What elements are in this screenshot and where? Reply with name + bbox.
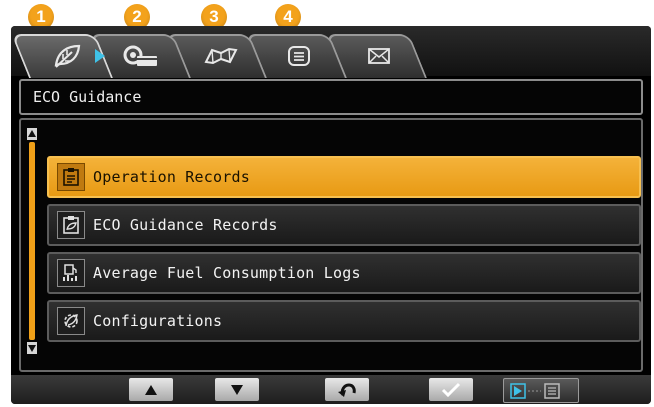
fuel-chart-icon xyxy=(57,259,85,287)
back-button[interactable] xyxy=(325,378,369,401)
scroll-thumb[interactable] xyxy=(29,142,35,340)
clipboard-record-icon xyxy=(57,163,85,191)
scrollbar[interactable] xyxy=(27,128,37,354)
leaf-icon xyxy=(37,40,97,72)
clipboard-eco-icon xyxy=(57,211,85,239)
down-triangle-icon xyxy=(231,384,243,395)
map-icon xyxy=(191,40,251,72)
next-page-icon xyxy=(510,382,560,399)
menu-item-average-fuel-consumption-logs[interactable]: Average Fuel Consumption Logs xyxy=(47,252,641,294)
up-button[interactable] xyxy=(129,378,173,401)
bottom-button-bar xyxy=(11,375,651,404)
menu-item-label: Configurations xyxy=(93,312,223,330)
scroll-down-icon[interactable] xyxy=(27,342,37,354)
key-card-icon xyxy=(111,40,171,72)
page-title-bar: ECO Guidance xyxy=(19,79,643,115)
next-page-button[interactable] xyxy=(503,378,579,403)
menu-item-configurations[interactable]: Configurations xyxy=(47,300,641,342)
envelope-icon xyxy=(349,40,409,72)
return-arrow-icon xyxy=(338,382,356,397)
menu-item-operation-records[interactable]: Operation Records xyxy=(47,156,641,198)
confirm-button[interactable] xyxy=(429,378,473,401)
menu-item-label: Operation Records xyxy=(93,168,250,186)
check-icon xyxy=(441,382,461,397)
menu-item-label: Average Fuel Consumption Logs xyxy=(93,264,361,282)
down-button[interactable] xyxy=(215,378,259,401)
menu-item-label: ECO Guidance Records xyxy=(93,216,278,234)
display-screen: ECO Guidance Operation Records ECO Guida… xyxy=(11,26,651,404)
page-title: ECO Guidance xyxy=(33,88,142,106)
document-icon xyxy=(269,40,329,72)
settings-leaf-icon xyxy=(57,307,85,335)
scroll-up-icon[interactable] xyxy=(27,128,37,140)
menu-panel: Operation Records ECO Guidance Records A… xyxy=(19,118,643,372)
active-tab-marker-icon xyxy=(95,49,105,63)
tab-bar xyxy=(11,26,651,78)
menu-item-eco-guidance-records[interactable]: ECO Guidance Records xyxy=(47,204,641,246)
up-triangle-icon xyxy=(145,384,157,395)
